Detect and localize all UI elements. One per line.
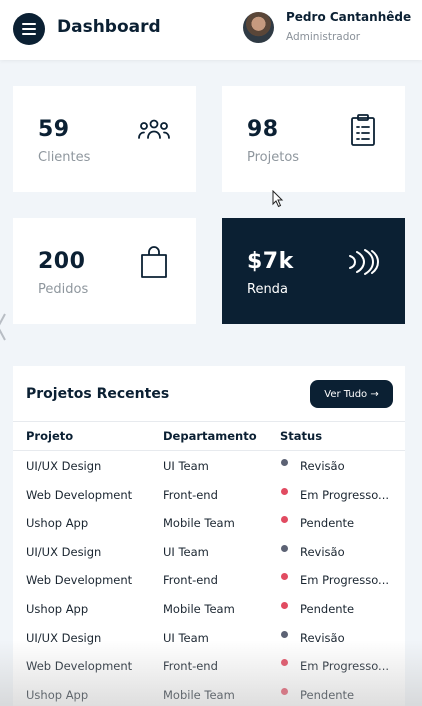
status-dot-icon bbox=[281, 602, 288, 609]
menu-icon bbox=[22, 23, 36, 25]
table-row[interactable]: Web Development Front-end Em Progresso... bbox=[13, 487, 405, 516]
column-header-projeto: Projeto bbox=[26, 429, 74, 443]
table-row[interactable]: Web Development Front-end Em Progresso... bbox=[13, 659, 405, 687]
menu-icon-line bbox=[22, 28, 36, 30]
department-name: UI Team bbox=[163, 459, 209, 473]
users-icon bbox=[138, 119, 170, 139]
card-renda[interactable]: $7k Renda bbox=[222, 218, 405, 324]
card-value: 200 bbox=[38, 249, 86, 274]
department-name: UI Team bbox=[163, 544, 209, 559]
status-dot-icon bbox=[281, 630, 288, 638]
status-label: Pendente bbox=[300, 602, 355, 616]
status-dot-icon bbox=[281, 544, 288, 552]
status-label: Revisão bbox=[300, 544, 345, 559]
status-dot-icon bbox=[281, 687, 288, 695]
status-dot-icon bbox=[281, 573, 288, 581]
project-name: Ushop App bbox=[26, 516, 89, 531]
table-row[interactable]: UI/UX Design UI Team Revisão bbox=[13, 544, 405, 573]
department-name: Mobile Team bbox=[163, 687, 235, 702]
status-label: Pendente bbox=[300, 516, 355, 531]
card-label: Renda bbox=[247, 282, 288, 297]
mouse-cursor-icon bbox=[272, 190, 284, 208]
project-name: Ushop App bbox=[26, 602, 89, 616]
menu-icon-line bbox=[22, 33, 36, 35]
card-clientes[interactable]: 59 Clientes bbox=[13, 86, 196, 192]
department-name: Mobile Team bbox=[163, 602, 235, 616]
status-label: Pendente bbox=[300, 687, 355, 702]
table-row[interactable]: UI/UX Design UI Team Revisão bbox=[13, 459, 405, 487]
project-name: Web Development bbox=[26, 659, 133, 674]
status-dot-icon bbox=[281, 459, 288, 466]
table-row[interactable]: Ushop App Mobile Team Pendente bbox=[13, 687, 405, 706]
status-label: Em Progresso... bbox=[300, 573, 390, 588]
department-name: Front-end bbox=[163, 573, 218, 588]
menu-button[interactable] bbox=[13, 13, 45, 45]
cash-icon bbox=[349, 249, 380, 275]
project-name: UI/UX Design bbox=[26, 544, 102, 559]
card-value: 98 bbox=[247, 117, 279, 142]
divider bbox=[13, 450, 405, 451]
status-label: Em Progresso... bbox=[300, 487, 390, 502]
card-label: Clientes bbox=[38, 150, 91, 165]
card-value: $7k bbox=[247, 249, 294, 274]
column-header-status: Status bbox=[280, 429, 323, 443]
clipboard-icon bbox=[351, 114, 375, 146]
department-name: Front-end bbox=[163, 487, 218, 502]
status-dot-icon bbox=[281, 516, 288, 524]
project-name: UI/UX Design bbox=[26, 630, 102, 645]
department-name: Front-end bbox=[163, 659, 218, 674]
card-value: 59 bbox=[38, 117, 70, 142]
status-dot-icon bbox=[281, 487, 288, 495]
department-name: Mobile Team bbox=[163, 516, 235, 531]
status-label: Revisão bbox=[300, 459, 345, 473]
project-name: Web Development bbox=[26, 487, 133, 502]
status-dot-icon bbox=[281, 659, 288, 667]
card-label: Projetos bbox=[247, 150, 300, 165]
column-header-departamento: Departamento bbox=[163, 429, 257, 443]
view-all-button[interactable]: Ver Tudo → bbox=[310, 380, 393, 408]
card-projetos[interactable]: 98 Projetos bbox=[222, 86, 405, 192]
project-name: Ushop App bbox=[26, 687, 89, 702]
user-name: Pedro Cantanhêde bbox=[286, 10, 412, 24]
card-label: Pedidos bbox=[38, 282, 89, 297]
panel-title: Projetos Recentes bbox=[26, 386, 170, 402]
recent-projects-panel: Projetos Recentes Ver Tudo → Projeto Dep… bbox=[13, 366, 405, 706]
table-row[interactable]: UI/UX Design UI Team Revisão bbox=[13, 630, 405, 659]
avatar[interactable] bbox=[243, 12, 274, 43]
card-pedidos[interactable]: 200 Pedidos bbox=[13, 218, 196, 324]
chevron-left-icon[interactable] bbox=[0, 312, 6, 342]
project-name: UI/UX Design bbox=[26, 459, 102, 473]
project-name: Web Development bbox=[26, 573, 133, 588]
table-row[interactable]: Web Development Front-end Em Progresso... bbox=[13, 573, 405, 601]
table-row[interactable]: Ushop App Mobile Team Pendente bbox=[13, 516, 405, 544]
table-row[interactable]: Ushop App Mobile Team Pendente bbox=[13, 602, 405, 630]
status-label: Em Progresso... bbox=[300, 659, 390, 674]
department-name: UI Team bbox=[163, 630, 209, 645]
page-title: Dashboard bbox=[57, 17, 161, 37]
status-label: Revisão bbox=[300, 630, 345, 645]
shopping-bag-icon bbox=[141, 246, 167, 278]
user-role: Administrador bbox=[286, 31, 361, 43]
divider bbox=[13, 421, 405, 422]
top-bar: Dashboard Pedro Cantanhêde Administrador bbox=[0, 0, 422, 60]
